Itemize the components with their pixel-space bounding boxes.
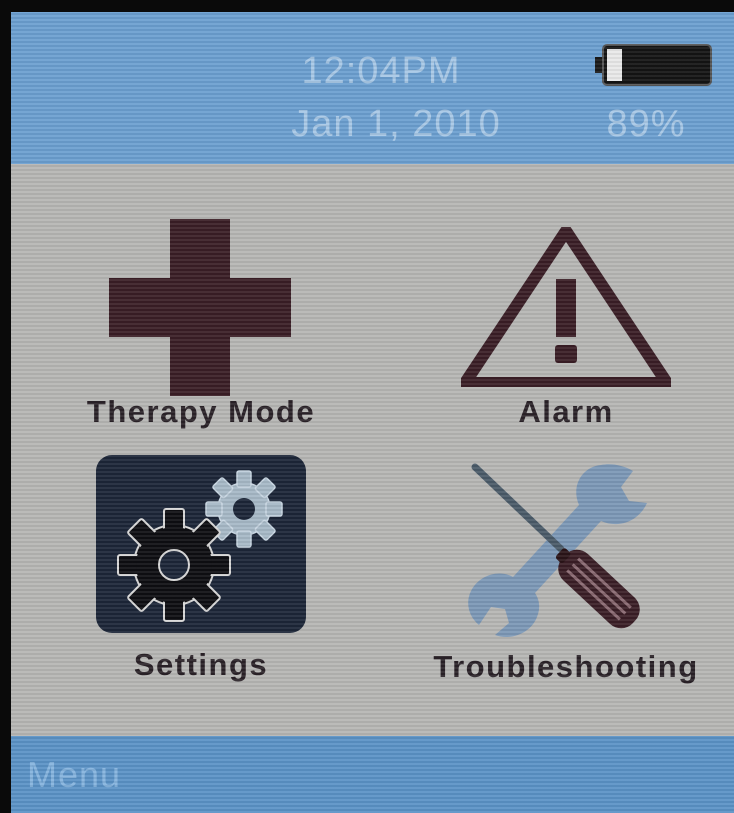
troubleshooting-label: Troubleshooting	[433, 649, 699, 684]
troubleshooting-button[interactable]: Troubleshooting	[401, 457, 731, 692]
battery-percent: 89%	[606, 103, 686, 145]
therapy-mode-label: Therapy Mode	[86, 394, 316, 429]
medical-cross-icon	[109, 219, 291, 396]
clock-date: Jan 1, 2010	[291, 103, 501, 145]
footer-title: Menu	[27, 754, 122, 795]
device-screen: 12:04PM Jan 1, 2010 89% Therapy Mode Ala…	[11, 12, 734, 813]
settings-label: Settings	[133, 647, 269, 682]
warning-triangle-icon	[461, 227, 671, 387]
gears-icon	[96, 455, 306, 633]
alarm-label: Alarm	[518, 394, 614, 429]
wrench-screwdriver-icon	[468, 463, 647, 637]
footer-bar: Menu	[11, 736, 734, 813]
battery-fill	[607, 49, 622, 81]
status-bar: 12:04PM Jan 1, 2010 89%	[11, 12, 734, 164]
clock-time: 12:04PM	[301, 50, 461, 92]
therapy-mode-button[interactable]: Therapy Mode	[41, 207, 361, 447]
settings-button[interactable]: Settings	[91, 452, 311, 692]
battery-icon	[595, 44, 712, 86]
alarm-button[interactable]: Alarm	[431, 217, 701, 447]
